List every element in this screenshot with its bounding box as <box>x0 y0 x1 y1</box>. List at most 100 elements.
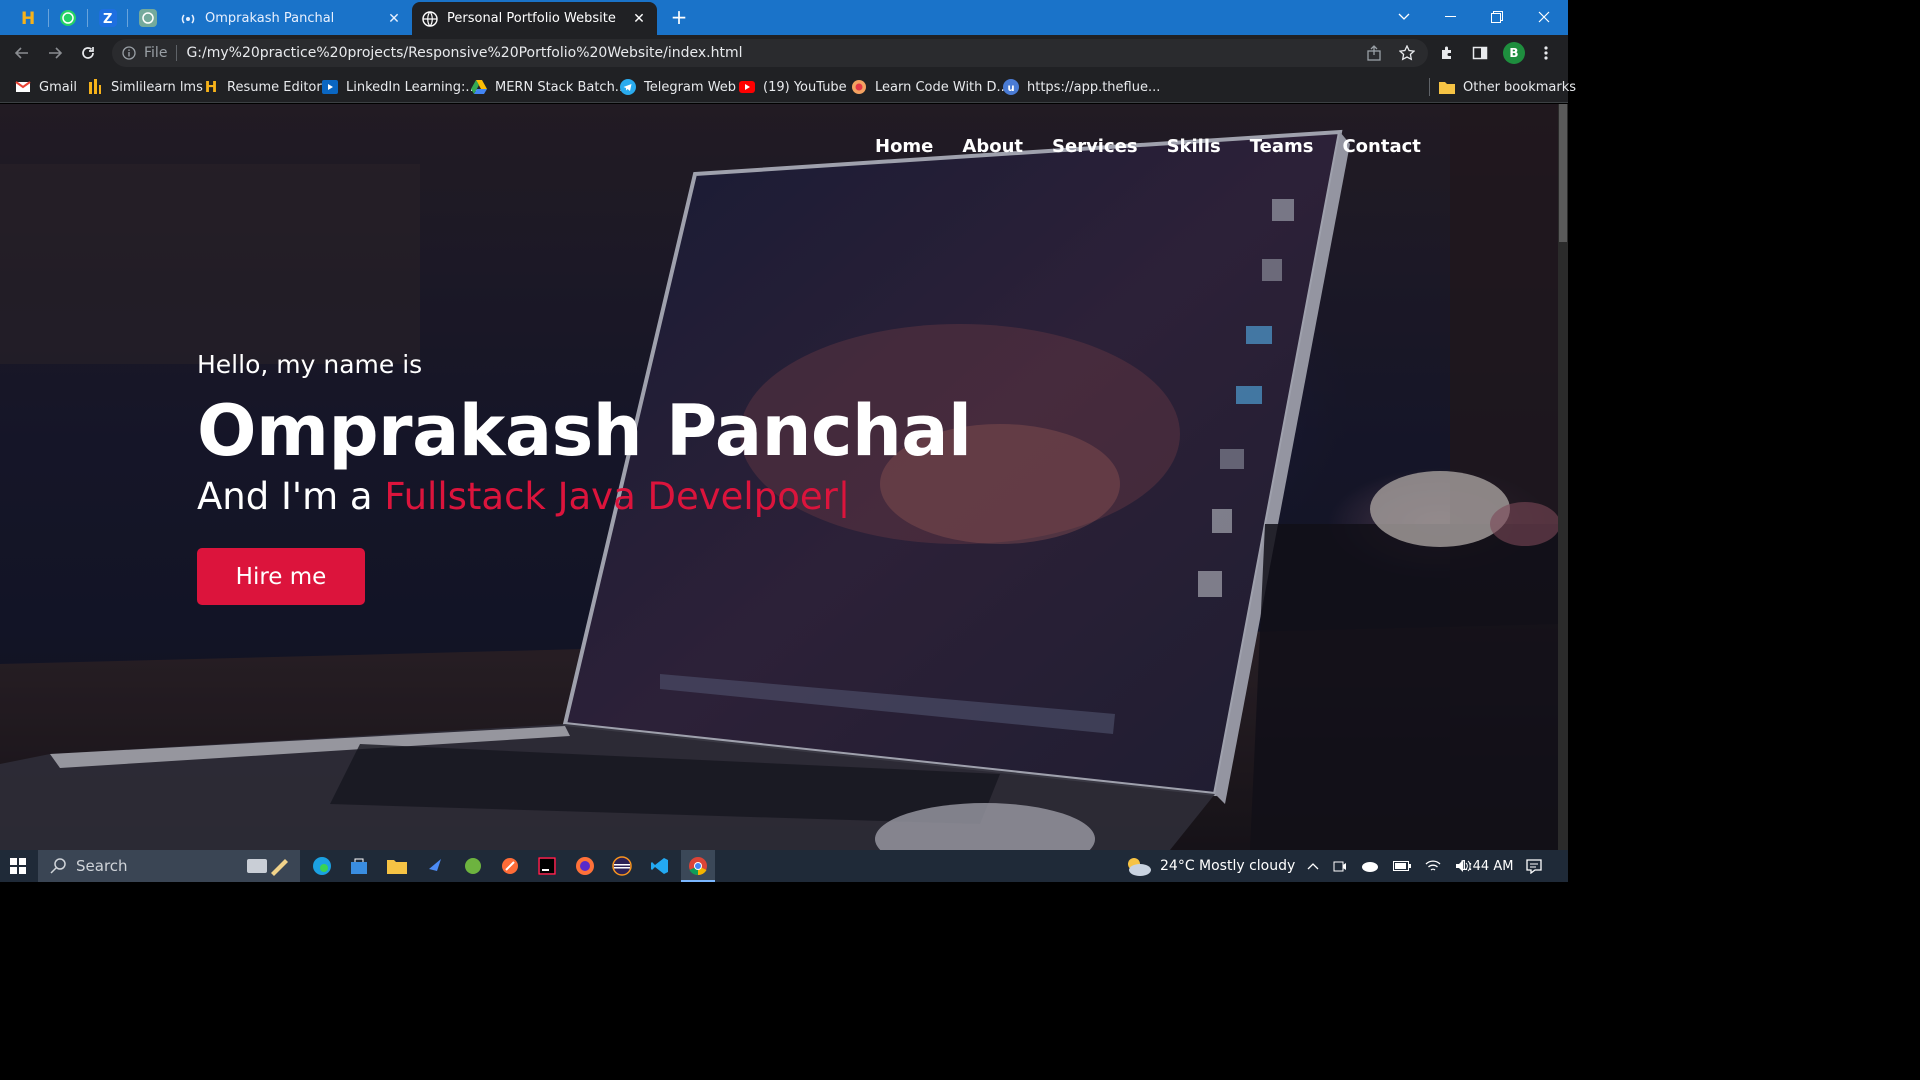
file-explorer-icon[interactable] <box>385 854 409 878</box>
spring-tool-icon[interactable] <box>461 854 485 878</box>
other-bookmarks[interactable]: Other bookmarks <box>1439 77 1576 97</box>
hero-greeting: Hello, my name is <box>197 350 423 379</box>
gmail-icon <box>15 79 31 95</box>
address-bar[interactable]: File G:/my%20practice%20projects/Respons… <box>112 39 1428 67</box>
menu-kebab-icon[interactable] <box>1535 42 1557 64</box>
new-tab-button[interactable]: + <box>668 6 690 28</box>
divider <box>176 45 178 61</box>
google-drive-icon <box>471 79 487 95</box>
eclipse-icon[interactable] <box>610 854 634 878</box>
hero-role: And I'm a Fullstack Java Develpoer| <box>197 475 972 519</box>
nav-link-contact[interactable]: Contact <box>1342 136 1420 157</box>
hire-me-button[interactable]: Hire me <box>197 548 365 605</box>
profile-avatar[interactable]: B <box>1503 42 1525 64</box>
bookmark-theflue[interactable]: u https://app.theflue... <box>1003 77 1160 97</box>
url-text[interactable]: G:/my%20practice%20projects/Responsive%2… <box>186 45 742 61</box>
bookmark-label: https://app.theflue... <box>1027 79 1161 95</box>
pinned-tab-chatgpt[interactable] <box>136 6 160 30</box>
onedrive-cloud-icon[interactable] <box>1361 860 1379 872</box>
bookmark-mern-stack[interactable]: MERN Stack Batch... <box>471 77 627 97</box>
whatsapp-icon <box>60 10 76 26</box>
search-placeholder: Search <box>76 857 128 875</box>
share-icon[interactable] <box>1363 42 1385 64</box>
pinned-tab-whatsapp[interactable] <box>56 6 80 30</box>
arrow-right-icon <box>49 47 63 59</box>
notification-center-icon[interactable] <box>1526 850 1542 882</box>
nav-link-skills[interactable]: Skills <box>1167 136 1221 157</box>
bookmark-label: Learn Code With D... <box>875 79 1009 95</box>
nav-link-about[interactable]: About <box>962 136 1023 157</box>
start-button[interactable] <box>0 850 36 882</box>
side-panel-icon[interactable] <box>1469 42 1491 64</box>
battery-icon[interactable] <box>1393 861 1411 871</box>
python-icon[interactable] <box>423 854 447 878</box>
meet-now-icon[interactable] <box>1333 859 1347 873</box>
arrow-left-icon <box>14 47 28 59</box>
tab-title: Omprakash Panchal <box>205 11 335 26</box>
clock[interactable]: 1:44 AM <box>1460 850 1513 882</box>
pinned-tab-zoho[interactable]: Z <box>96 6 120 30</box>
microsoft-store-icon[interactable] <box>347 854 371 878</box>
restore-button[interactable] <box>1474 0 1520 33</box>
postman-icon[interactable] <box>498 854 522 878</box>
close-tab-icon[interactable]: ✕ <box>386 11 402 27</box>
vscode-icon[interactable] <box>648 854 672 878</box>
svg-text:Z: Z <box>103 12 112 27</box>
close-window-button[interactable] <box>1521 0 1567 33</box>
bookmark-resume-editor[interactable]: H Resume Editor <box>203 77 322 97</box>
chevron-up-icon[interactable] <box>1307 862 1319 870</box>
globe-icon <box>422 10 438 27</box>
bookmark-learn-code[interactable]: Learn Code With D... <box>851 77 1009 97</box>
nav-link-services[interactable]: Services <box>1052 136 1138 157</box>
browser-toolbar: File G:/my%20practice%20projects/Respons… <box>0 35 1568 71</box>
bookmark-telegram[interactable]: Telegram Web <box>620 77 736 97</box>
folder-icon <box>1439 79 1455 95</box>
linkedin-learning-icon <box>322 79 338 95</box>
reload-button[interactable] <box>77 42 99 64</box>
bookmark-gmail[interactable]: Gmail <box>15 77 77 97</box>
nav-link-teams[interactable]: Teams <box>1250 136 1314 157</box>
tab-strip: H Z Omprakash Panchal ✕ Personal Portfol… <box>0 0 1568 35</box>
cloudy-weather-icon <box>1128 858 1151 876</box>
weather-text: 24°C Mostly cloudy <box>1160 858 1296 874</box>
chatgpt-icon <box>139 9 157 27</box>
wifi-icon[interactable] <box>1425 859 1441 873</box>
tab-personal-portfolio[interactable]: Personal Portfolio Website ✕ <box>412 2 657 35</box>
h-logo-icon: H <box>21 9 35 27</box>
bookmark-youtube[interactable]: (19) YouTube <box>739 77 847 97</box>
edge-icon[interactable] <box>310 854 334 878</box>
minimize-button[interactable] <box>1427 0 1473 33</box>
close-tab-icon[interactable]: ✕ <box>631 11 647 27</box>
theflue-icon: u <box>1003 79 1019 95</box>
bookmark-simplilearn[interactable]: Simlilearn lms <box>87 77 203 97</box>
site-nav: Home About Services Skills Teams Contact <box>875 136 1450 157</box>
firefox-icon[interactable] <box>573 854 597 878</box>
intellij-icon[interactable] <box>535 854 559 878</box>
scrollbar-thumb[interactable] <box>1559 104 1567 242</box>
bookmark-label: Resume Editor <box>227 79 322 95</box>
system-tray <box>1307 850 1471 882</box>
bookmark-label: LinkedIn Learning:... <box>346 79 478 95</box>
bookmark-star-icon[interactable] <box>1396 42 1418 64</box>
search-highlight-icon[interactable] <box>244 854 290 878</box>
tab-search-icon[interactable] <box>1381 0 1427 33</box>
hero-name: Omprakash Panchal <box>197 390 972 472</box>
bookmark-linkedin-learning[interactable]: LinkedIn Learning:... <box>322 77 478 97</box>
tab-omprakash-panchal[interactable]: Omprakash Panchal ✕ <box>170 2 412 35</box>
h-logo-icon: H <box>204 78 218 96</box>
weather-widget[interactable]: 24°C Mostly cloudy <box>1124 850 1295 882</box>
extensions-puzzle-icon[interactable] <box>1436 42 1458 64</box>
page-scrollbar[interactable] <box>1558 104 1568 850</box>
broadcast-icon <box>181 14 195 23</box>
role-prefix: And I'm a <box>197 475 373 518</box>
back-button[interactable] <box>11 42 33 64</box>
windows-taskbar: Search 24°C Mostly cloudy 1:44 AM <box>0 850 1568 882</box>
nav-link-home[interactable]: Home <box>875 136 933 157</box>
bookmarks-bar: Gmail Simlilearn lms H Resume Editor Lin… <box>0 71 1576 103</box>
pinned-tab-h[interactable]: H <box>16 6 40 30</box>
bookmark-label: Other bookmarks <box>1463 79 1577 95</box>
info-icon[interactable] <box>122 46 136 60</box>
telegram-icon <box>620 79 636 95</box>
forward-button[interactable] <box>44 42 66 64</box>
chrome-icon[interactable] <box>686 854 710 878</box>
